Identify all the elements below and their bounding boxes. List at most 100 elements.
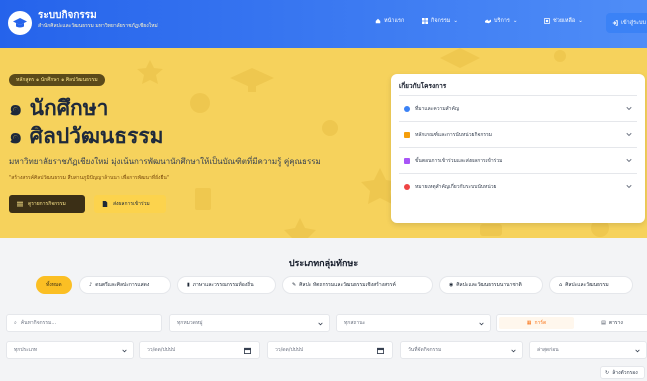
chevron-down-icon [626,184,632,189]
about-project-panel: เกี่ยวกับโครงการ ที่มาและความสำคัญ หลักเ… [391,74,645,223]
category-music[interactable]: ♪ ดนตรีและศิลปะการแสดง [79,276,171,294]
chevron-down-icon [511,349,516,353]
submit-participation-button[interactable]: ส่งผลการเข้าร่วม [94,195,166,213]
alert-icon [404,183,410,190]
music-icon: ♪ [89,282,93,288]
hero-section: หลักสูตร ๑ นักศึกษา ๑ ศิลปวัฒนธรรม ๑ นัก… [0,48,647,238]
hero-heading-line2: ๑ ศิลปวัฒนธรรม [9,124,164,148]
chevron-down-icon [626,106,632,111]
home-icon [375,18,381,24]
category-label: ภาษาและวรรณกรรมท้องถิ่น [192,282,254,288]
search-placeholder: ค้นหากิจกรรม... [20,320,57,326]
grid-icon: ▦ [526,320,532,326]
nav-help[interactable]: ช่วยเหลือ ⌄ [544,17,583,25]
chevron-down-icon: ⌄ [512,18,518,24]
nav-services[interactable]: บริการ ⌄ [485,17,517,25]
category-language[interactable]: ▮ ภาษาและวรรณกรรมท้องถิ่น [177,276,276,294]
clipboard-icon [404,131,410,138]
chevron-down-icon [122,349,127,353]
category-international[interactable]: ◉ ศิลปะและวัฒนธรรมนานาชาติ [439,276,543,294]
nav-activities-label: กิจกรรม [431,18,451,24]
category-label: ศิลปะและวัฒนธรรม [565,282,609,288]
nav-activities[interactable]: กิจกรรม ⌄ [422,17,458,25]
order-select-value: ล่าสุดก่อน [537,347,559,353]
hero-description: มหาวิทยาลัยราชภัฏเชียงใหม่ มุ่งเน้นการพั… [9,157,321,166]
info-icon [404,105,410,112]
brush-icon: ✎ [292,282,297,288]
view-table-label: ตาราง [608,320,623,326]
category-label: ดนตรีและศิลปะการแสดง [95,282,150,288]
sort-select[interactable]: วันที่จัดกิจกรรม [400,341,523,359]
book-icon: ▮ [187,282,190,288]
brand-subtitle: สำนักศิลปะและวัฒนธรรม มหาวิทยาลัยราชภัฏเ… [38,23,158,29]
category-select[interactable]: ทุกหมวดหมู่ [169,314,330,332]
top-navbar: ระบบกิจกรรม สำนักศิลปะและวัฒนธรรม มหาวิท… [0,0,647,48]
view-card-label: การ์ด [534,320,547,326]
category-all[interactable]: ทั้งหมด [36,276,72,294]
document-upload-icon [102,201,108,207]
accordion-label: ที่มาและความสำคัญ [415,105,460,112]
date-to-input[interactable]: วว/ดด/ปปปป [267,341,393,359]
table-icon: ▤ [601,320,606,326]
accordion-label: หมายเหตุสำคัญเกี่ยวกับระบบนับหน่วย [415,183,497,190]
status-select[interactable]: ทุกสถานะ [336,314,491,332]
nav-home[interactable]: หน้าแรก [375,17,404,25]
chevron-down-icon [318,322,323,326]
submit-participation-label: ส่งผลการเข้าร่วม [113,201,150,207]
category-culture[interactable]: ⌂ ศิลปะและวัฒนธรรม [549,276,633,294]
order-select[interactable]: ล่าสุดก่อน [529,341,647,359]
hero-pill-badge: หลักสูตร ๑ นักศึกษา ๑ ศิลปวัฒนธรรม [9,74,105,86]
temple-icon: ⌂ [559,282,563,288]
status-select-value: ทุกสถานะ [344,320,366,326]
hero-slogan: "สร้างสรรค์ศิลปวัฒนธรรม สืบสานภูมิปัญญาล… [9,175,170,181]
login-button[interactable]: เข้าสู่ระบบ [606,13,647,33]
logo-graduation-cap-icon[interactable] [8,11,32,35]
category-label: ทั้งหมด [46,282,62,288]
calendar-icon [244,347,251,354]
login-icon [612,20,618,26]
accordion-item-steps[interactable]: ขั้นตอนการเข้าร่วมและส่งผลการเข้าร่วม [399,147,637,173]
category-label: ศิลปะ หัตถกรรมและวัฒนธรรมเชิงสร้างสรรค์ [299,282,396,288]
category-select-value: ทุกหมวดหมู่ [177,320,203,326]
type-select-value: ทุกประเภท [14,347,38,353]
category-label: ศิลปะและวัฒนธรรมนานาชาติ [456,282,522,288]
nav-services-label: บริการ [494,18,510,24]
search-input[interactable]: ⌕ ค้นหากิจกรรม... [6,314,162,332]
hero-heading-line1: ๑ นักศึกษา [9,96,109,120]
chevron-down-icon [635,349,640,353]
search-icon: ⌕ [14,320,17,326]
list-icon [17,201,23,207]
about-project-title: เกี่ยวกับโครงการ [399,82,447,90]
help-icon [544,18,550,24]
chart-icon [404,157,410,164]
chevron-down-icon [479,322,484,326]
accordion-item-notes[interactable]: หมายเหตุสำคัญเกี่ยวกับระบบนับหน่วย [399,173,637,199]
view-table-button[interactable]: ▤ ตาราง [576,317,647,329]
nav-home-label: หน้าแรก [384,18,405,24]
date-from-placeholder: วว/ดด/ปปปป [147,347,176,353]
accordion-label: หลักเกณฑ์และการนับหน่วยกิจกรรม [415,131,493,138]
view-activities-button[interactable]: ดูรายการกิจกรรม [9,195,85,213]
brand[interactable]: ระบบกิจกรรม สำนักศิลปะและวัฒนธรรม มหาวิท… [38,9,158,30]
handshake-icon [485,19,491,24]
view-activities-label: ดูรายการกิจกรรม [28,201,66,207]
chevron-down-icon [626,158,632,163]
date-from-input[interactable]: วว/ดด/ปปปป [139,341,260,359]
date-to-placeholder: วว/ดด/ปปปป [275,347,304,353]
type-select[interactable]: ทุกประเภท [6,341,134,359]
view-card-button[interactable]: ▦ การ์ด [499,317,574,329]
accordion-item-criteria[interactable]: หลักเกณฑ์และการนับหน่วยกิจกรรม [399,121,637,147]
grid-icon [422,18,428,24]
reset-filters-button[interactable]: ↻ ล้างตัวกรอง [600,366,645,379]
brand-title: ระบบกิจกรรม [38,10,97,21]
category-crafts[interactable]: ✎ ศิลปะ หัตถกรรมและวัฒนธรรมเชิงสร้างสรรค… [282,276,433,294]
chevron-down-icon: ⌄ [453,18,459,24]
accordion-label: ขั้นตอนการเข้าร่วมและส่งผลการเข้าร่วม [415,157,503,164]
nav-help-label: ช่วยเหลือ [553,18,576,24]
accordion-item-background[interactable]: ที่มาและความสำคัญ [399,95,637,121]
reset-filters-label: ล้างตัวกรอง [612,369,638,376]
refresh-icon: ↻ [605,369,610,376]
skill-groups-title: ประเภทกลุ่มทักษะ [288,259,359,269]
chevron-down-icon: ⌄ [578,18,583,24]
chevron-down-icon [626,132,632,137]
